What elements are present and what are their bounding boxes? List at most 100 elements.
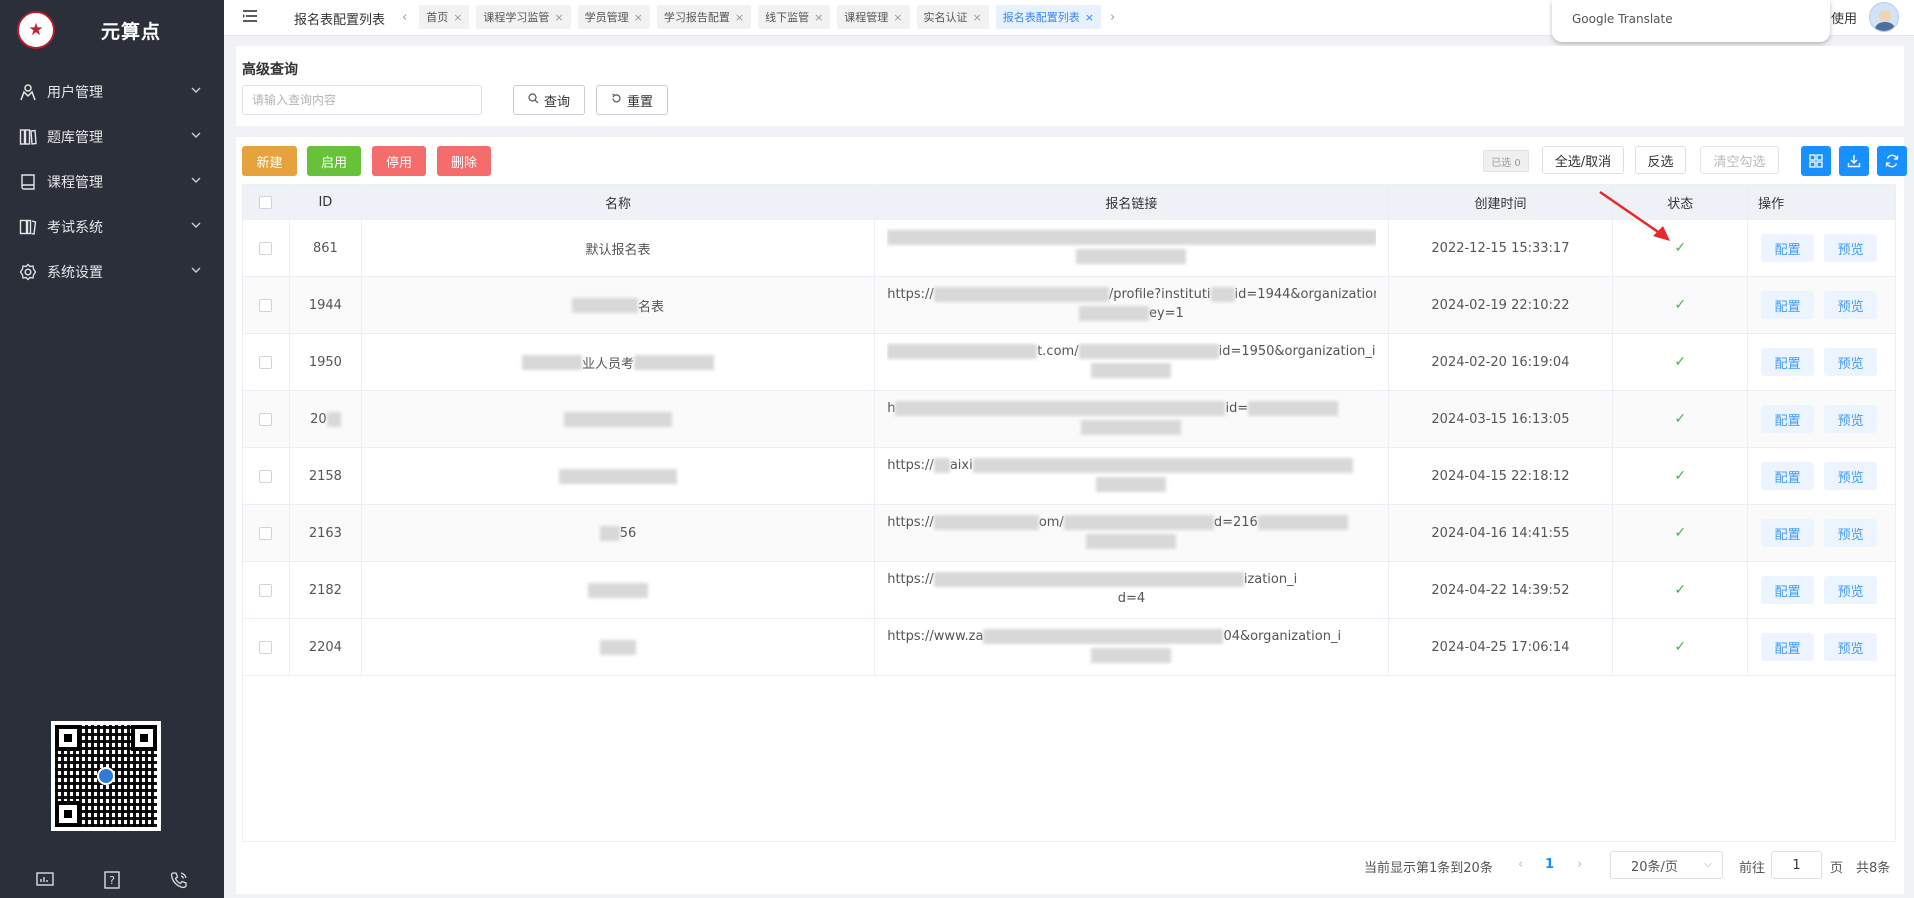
tab-signup-form-list[interactable]: 报名表配置列表 ×	[995, 5, 1101, 29]
grid-view-button[interactable]	[1801, 146, 1831, 176]
link-line-2	[887, 361, 1375, 380]
tab-offline-supervision[interactable]: 线下监管 ×	[758, 5, 831, 29]
close-icon[interactable]: ×	[634, 11, 643, 24]
sidebar-item-courses[interactable]: 课程管理	[0, 159, 224, 204]
row-checkbox[interactable]	[259, 412, 273, 426]
redacted-text	[559, 468, 678, 484]
invert-selection-button[interactable]: 反选	[1635, 146, 1686, 174]
table-row[interactable]: 2158 https://aixi 2024-04-15 22:18:12 ✓ …	[243, 448, 1895, 505]
close-icon[interactable]: ×	[814, 11, 823, 24]
sidebar-item-settings[interactable]: 系统设置	[0, 249, 224, 294]
sidebar-item-users[interactable]: 用户管理	[0, 69, 224, 114]
tab-course-supervision[interactable]: 课程学习监管 ×	[476, 5, 571, 29]
preview-button[interactable]: 预览	[1824, 519, 1878, 547]
tab-student-management[interactable]: 学员管理 ×	[577, 5, 650, 29]
row-checkbox[interactable]	[259, 355, 273, 369]
next-page-icon[interactable]: ›	[1577, 857, 1582, 872]
row-checkbox-cell	[243, 391, 290, 447]
redacted-text	[1081, 420, 1182, 435]
table-row[interactable]: 1944 名表 https:// /profile?instituti id=194…	[243, 277, 1895, 334]
close-icon[interactable]: ×	[453, 11, 462, 24]
disable-button[interactable]: 停用	[372, 146, 426, 176]
table-row[interactable]: 20 h id= 2024-03-15 16:13:05 ✓ 配置 预览	[243, 391, 1895, 448]
redacted-text	[600, 639, 637, 655]
avatar[interactable]	[1869, 2, 1899, 32]
config-button[interactable]: 配置	[1761, 576, 1815, 604]
page-size-select[interactable]: 20条/页 ⌵	[1610, 851, 1723, 879]
tab-home[interactable]: 首页 ×	[419, 5, 470, 29]
column-header-created-time: 创建时间	[1389, 185, 1614, 220]
tabs-scroll-left-icon[interactable]: ‹	[402, 10, 407, 25]
use-label[interactable]: 使用	[1831, 8, 1857, 27]
tab-real-name-auth[interactable]: 实名认证 ×	[916, 5, 989, 29]
table-row[interactable]: 1950 业人员考 t.com/id=1950&organization_i 2…	[243, 334, 1895, 391]
menu-toggle-icon[interactable]	[242, 9, 258, 23]
tab-course-management[interactable]: 课程管理 ×	[837, 5, 910, 29]
enable-button[interactable]: 启用	[307, 146, 361, 176]
row-checkbox[interactable]	[259, 583, 273, 597]
link-cell	[875, 220, 1389, 276]
redacted-text	[1096, 477, 1167, 492]
preview-button[interactable]: 预览	[1824, 462, 1878, 490]
chevron-down-icon	[191, 132, 201, 138]
status-enabled-icon: ✓	[1674, 525, 1687, 541]
reset-button[interactable]: 重置	[596, 85, 668, 115]
close-icon[interactable]: ×	[1085, 11, 1094, 24]
delete-button[interactable]: 删除	[437, 146, 491, 176]
config-button[interactable]: 配置	[1761, 234, 1815, 262]
config-button[interactable]: 配置	[1761, 519, 1815, 547]
config-button[interactable]: 配置	[1761, 462, 1815, 490]
google-translate-popup[interactable]: Google Translate	[1552, 0, 1830, 42]
presentation-icon[interactable]	[35, 870, 55, 890]
link-text: 04&organization_i	[1223, 629, 1342, 644]
preview-button[interactable]: 预览	[1824, 348, 1878, 376]
row-checkbox[interactable]	[259, 241, 273, 255]
tab-label: 首页	[426, 11, 449, 24]
refresh-button[interactable]	[1877, 146, 1907, 176]
redacted-text	[887, 230, 1376, 245]
help-icon[interactable]: ?	[102, 870, 122, 890]
select-all-button[interactable]: 全选/取消	[1542, 146, 1624, 174]
goto-page-input[interactable]	[1771, 851, 1822, 879]
config-button[interactable]: 配置	[1761, 348, 1815, 376]
sidebar-item-exams[interactable]: 考试系统	[0, 204, 224, 249]
close-icon[interactable]: ×	[554, 11, 563, 24]
preview-button[interactable]: 预览	[1824, 234, 1878, 262]
phone-icon[interactable]	[169, 870, 189, 890]
close-icon[interactable]: ×	[973, 11, 982, 24]
row-checkbox[interactable]	[259, 640, 273, 654]
row-checkbox[interactable]	[259, 298, 273, 312]
link-line-2: d=4	[887, 589, 1375, 608]
page-number[interactable]: 1	[1545, 857, 1554, 872]
preview-button[interactable]: 预览	[1824, 405, 1878, 433]
config-button[interactable]: 配置	[1761, 633, 1815, 661]
close-icon[interactable]: ×	[893, 11, 902, 24]
link-line-1: https:// /profile?instituti id=1944&organi…	[887, 285, 1376, 304]
id-cell: 20	[290, 391, 362, 447]
tabs-scroll-right-icon[interactable]: ›	[1110, 10, 1115, 25]
preview-button[interactable]: 预览	[1824, 291, 1878, 319]
row-checkbox[interactable]	[259, 526, 273, 540]
tab-report-config[interactable]: 学习报告配置 ×	[656, 5, 752, 29]
redacted-text	[1091, 648, 1172, 663]
download-button[interactable]	[1839, 146, 1869, 176]
table-row[interactable]: 2204 https://www.za 04&organization_i 202…	[243, 619, 1895, 676]
tab-label: 线下监管	[765, 11, 810, 24]
search-input[interactable]	[242, 85, 482, 115]
select-all-checkbox[interactable]	[259, 196, 273, 209]
row-checkbox-cell	[243, 277, 290, 333]
sidebar-item-question-bank[interactable]: 题库管理	[0, 114, 224, 159]
row-checkbox[interactable]	[259, 469, 273, 483]
preview-button[interactable]: 预览	[1824, 576, 1878, 604]
prev-page-icon[interactable]: ‹	[1518, 857, 1523, 872]
preview-button[interactable]: 预览	[1824, 633, 1878, 661]
close-icon[interactable]: ×	[735, 11, 744, 24]
table-row[interactable]: 2163 56 https:// om/d=216 2024-04-16 14:4…	[243, 505, 1895, 562]
table-row[interactable]: 2182 https:// ization_i d=4 2024-04-22 14…	[243, 562, 1895, 619]
redacted-text	[326, 411, 341, 427]
config-button[interactable]: 配置	[1761, 405, 1815, 433]
new-button[interactable]: 新建	[242, 146, 297, 176]
query-button[interactable]: 查询	[513, 85, 585, 115]
config-button[interactable]: 配置	[1761, 291, 1815, 319]
clear-selection-button[interactable]: 清空勾选	[1700, 146, 1779, 174]
